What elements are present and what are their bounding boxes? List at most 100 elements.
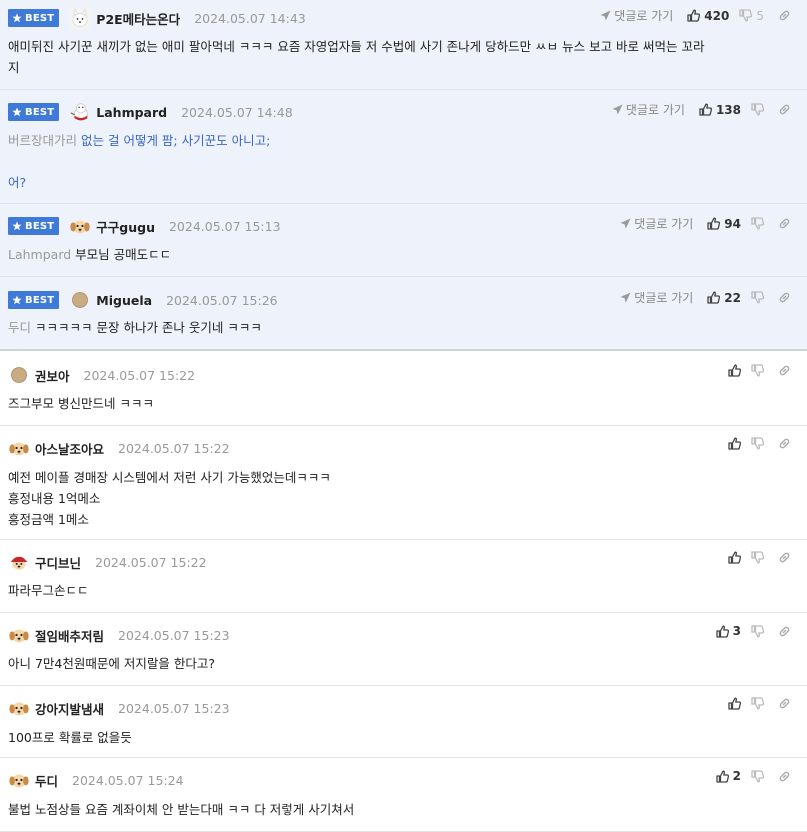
comment-line bbox=[8, 151, 799, 172]
comment-header: 구디브닌 2024.05.07 15:22 bbox=[8, 551, 799, 573]
like-button[interactable]: 420 bbox=[687, 9, 729, 23]
comment-body: 파라무그손ㄷㄷ bbox=[8, 580, 799, 601]
thumbs-down-icon bbox=[739, 9, 753, 22]
author-nickname[interactable]: P2E메타는온다 bbox=[96, 9, 180, 28]
comment-item: 절임배추저림 2024.05.07 15:23 3 아니 7만4천원때문에 저지랄을 … bbox=[0, 613, 807, 686]
white-dog-icon[interactable] bbox=[69, 7, 92, 29]
share-link-button[interactable] bbox=[778, 697, 791, 710]
like-button[interactable]: 22 bbox=[707, 291, 741, 305]
circle-icon[interactable] bbox=[69, 289, 91, 311]
comment-line: 불법 노점상들 요즘 계좌이체 안 받는다매 ㅋㅋ 다 저렇게 사기쳐서 bbox=[8, 799, 799, 820]
snowman-icon[interactable] bbox=[69, 101, 91, 123]
share-link-button[interactable] bbox=[778, 217, 791, 230]
share-link-button[interactable] bbox=[778, 364, 791, 377]
comment-body: 애미뒤진 사기꾼 새끼가 없는 애미 팔아먹네 ㅋㅋㅋ 요즘 자영업자들 저 수… bbox=[8, 36, 799, 78]
like-button[interactable]: 3 bbox=[715, 624, 741, 638]
author-nickname[interactable]: 두디 bbox=[35, 771, 58, 790]
dislike-button[interactable]: 5 bbox=[739, 9, 764, 23]
share-link-button[interactable] bbox=[778, 291, 791, 304]
comment-body: 두디 ㅋㅋㅋㅋㅋ 문장 하나가 존나 웃기네 ㅋㅋㅋ bbox=[8, 317, 799, 338]
dislike-button[interactable] bbox=[751, 624, 764, 638]
share-link-button[interactable] bbox=[778, 770, 791, 783]
thumbs-down-icon bbox=[751, 624, 764, 638]
dislike-button[interactable] bbox=[751, 364, 764, 377]
comment-text: ㅋㅋㅋㅋㅋ 문장 하나가 존나 웃기네 ㅋㅋㅋ bbox=[35, 320, 262, 335]
link-icon bbox=[778, 551, 791, 564]
comment-text: 불법 노점상들 요즘 계좌이체 안 받는다매 ㅋㅋ 다 저렇게 사기쳐서 bbox=[8, 802, 355, 817]
comment-date: 2024.05.07 15:22 bbox=[95, 554, 207, 570]
comment-header: 권보아 2024.05.07 15:22 bbox=[8, 364, 799, 386]
thumbs-up-icon bbox=[707, 291, 721, 304]
like-button[interactable]: 94 bbox=[707, 217, 741, 231]
dislike-button[interactable] bbox=[751, 437, 764, 450]
comment-text: 어? bbox=[8, 175, 27, 190]
go-to-comment-link[interactable]: 댓글로 가기 bbox=[612, 101, 685, 118]
comment-line: 아니 7만4천원때문에 저지랄을 한다고? bbox=[8, 653, 799, 674]
comment-text: 파라무그손ㄷㄷ bbox=[8, 583, 89, 598]
dislike-button[interactable] bbox=[751, 103, 764, 116]
thumbs-up-icon bbox=[699, 103, 712, 116]
go-to-comment-label: 댓글로 가기 bbox=[614, 9, 674, 23]
like-button[interactable]: 2 bbox=[715, 769, 741, 783]
link-icon bbox=[778, 625, 791, 638]
mention-tag[interactable]: 두디 bbox=[8, 320, 31, 335]
mention-tag[interactable]: 버르장대가리 bbox=[8, 133, 77, 148]
like-button[interactable]: 138 bbox=[699, 103, 741, 117]
star-icon bbox=[12, 107, 25, 117]
thumbs-up-icon bbox=[728, 437, 741, 450]
comment-date: 2024.05.07 15:23 bbox=[118, 627, 230, 643]
dislike-button[interactable] bbox=[751, 291, 764, 304]
go-to-comment-link[interactable]: 댓글로 가기 bbox=[620, 289, 693, 306]
dislike-button[interactable] bbox=[751, 769, 764, 783]
share-link-button[interactable] bbox=[778, 437, 791, 450]
comment-date: 2024.05.07 14:48 bbox=[181, 104, 293, 120]
like-button[interactable] bbox=[728, 551, 741, 564]
go-to-comment-link[interactable]: 댓글로 가기 bbox=[600, 7, 673, 24]
share-link-button[interactable] bbox=[778, 9, 791, 22]
comment-text: 즈그부모 병신만드네 ㅋㅋㅋ bbox=[8, 396, 154, 411]
author-nickname[interactable]: Miguela bbox=[96, 293, 152, 308]
author-nickname[interactable]: 구디브닌 bbox=[35, 553, 81, 572]
dislike-count: 5 bbox=[756, 8, 764, 23]
like-count: 420 bbox=[704, 8, 730, 23]
best-label: BEST bbox=[25, 12, 55, 24]
puppy-icon[interactable] bbox=[8, 697, 30, 719]
author-nickname[interactable]: 아스날조아요 bbox=[35, 439, 104, 458]
author-nickname[interactable]: 강아지발냄새 bbox=[35, 699, 104, 718]
best-badge: BEST bbox=[8, 291, 60, 309]
send-icon bbox=[600, 10, 614, 21]
share-link-button[interactable] bbox=[778, 551, 791, 564]
star-icon bbox=[12, 13, 25, 23]
share-link-button[interactable] bbox=[778, 625, 791, 638]
author-nickname[interactable]: Lahmpard bbox=[96, 105, 167, 120]
like-button[interactable] bbox=[728, 364, 741, 377]
best-comment: BEST 구구gugu 2024.05.07 15:13 댓글로 가기 94 Lahmpa… bbox=[0, 204, 807, 277]
like-button[interactable] bbox=[728, 437, 741, 450]
puppy-icon[interactable] bbox=[8, 769, 30, 791]
comment-actions: 댓글로 가기 94 bbox=[620, 215, 791, 232]
thumbs-up-icon bbox=[728, 551, 741, 564]
link-icon bbox=[778, 291, 791, 304]
dislike-button[interactable] bbox=[751, 697, 764, 710]
comment-date: 2024.05.07 15:23 bbox=[118, 700, 230, 716]
mention-tag[interactable]: Lahmpard bbox=[8, 247, 71, 262]
go-to-comment-link[interactable]: 댓글로 가기 bbox=[620, 215, 693, 232]
dislike-button[interactable] bbox=[751, 217, 764, 230]
link-icon bbox=[778, 103, 791, 116]
circle-icon[interactable] bbox=[8, 364, 30, 386]
comment-date: 2024.05.07 15:22 bbox=[83, 367, 196, 383]
comment-line: 지 bbox=[8, 57, 799, 78]
author-nickname[interactable]: 구구gugu bbox=[96, 217, 155, 236]
comment-body: 즈그부모 병신만드네 ㅋㅋㅋ bbox=[8, 393, 799, 414]
dislike-button[interactable] bbox=[751, 551, 764, 564]
share-link-button[interactable] bbox=[778, 103, 791, 116]
puppy-icon[interactable] bbox=[8, 624, 30, 646]
author-nickname[interactable]: 권보아 bbox=[35, 366, 70, 385]
puppy-icon[interactable] bbox=[8, 437, 30, 459]
puppy-hat-icon[interactable] bbox=[8, 551, 30, 573]
like-button[interactable] bbox=[728, 697, 741, 710]
comment-body: 불법 노점상들 요즘 계좌이체 안 받는다매 ㅋㅋ 다 저렇게 사기쳐서 bbox=[8, 799, 799, 820]
puppy-icon[interactable] bbox=[69, 215, 91, 237]
author-nickname[interactable]: 절임배추저림 bbox=[35, 626, 104, 645]
comment-text: 흥정금액 1메소 bbox=[8, 512, 89, 527]
